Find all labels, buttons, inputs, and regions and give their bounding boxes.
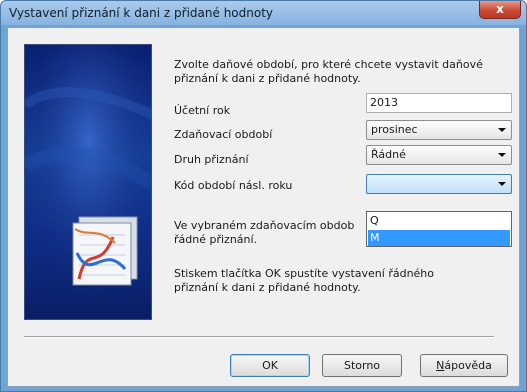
- hint-line-1: Stiskem tlačítka OK spustíte vystavení ř…: [174, 267, 435, 280]
- ok-button[interactable]: OK: [230, 354, 310, 377]
- chevron-down-icon: [498, 128, 506, 132]
- window-title: Vystavení přiznání k dani z přidané hodn…: [9, 6, 274, 20]
- period-select[interactable]: prosinec: [366, 120, 512, 140]
- period-value: prosinec: [371, 123, 418, 136]
- button-separator: [24, 336, 494, 338]
- type-value: Řádné: [371, 148, 406, 161]
- cancel-button[interactable]: Storno: [322, 354, 402, 377]
- year-field[interactable]: 2013: [366, 93, 512, 113]
- side-banner: [24, 44, 152, 320]
- title-bar[interactable]: Vystavení přiznání k dani z přidané hodn…: [1, 1, 526, 25]
- list-item-m[interactable]: M: [368, 230, 510, 246]
- help-button[interactable]: Nápověda: [420, 354, 508, 377]
- cancel-label: Storno: [343, 359, 381, 372]
- code-label: Kód období násl. roku: [174, 179, 293, 192]
- close-button[interactable]: x: [479, 1, 521, 19]
- year-value: 2013: [370, 96, 398, 109]
- chevron-down-icon: [498, 153, 506, 157]
- info-line-2: řádné přiznání.: [174, 233, 258, 246]
- period-label: Zdaňovací období: [174, 128, 273, 141]
- list-item-q[interactable]: Q: [368, 213, 510, 229]
- type-label: Druh přiznání: [174, 153, 249, 166]
- info-line-1: Ve vybraném zdaňovacím obdob: [174, 219, 355, 232]
- intro-line-1: Zvolte daňové období, pro které chcete v…: [174, 58, 483, 71]
- code-select[interactable]: [366, 174, 512, 194]
- year-label: Účetní rok: [174, 104, 231, 117]
- type-select[interactable]: Řádné: [366, 145, 512, 165]
- code-dropdown-list: Q M: [366, 211, 512, 247]
- ok-label: OK: [262, 359, 278, 372]
- hint-line-2: přiznání k dani z přidané hodnoty.: [174, 281, 361, 294]
- help-label: ápověda: [444, 359, 492, 372]
- intro-line-2: přiznání k dani z přidané hodnoty.: [174, 72, 361, 85]
- chart-document-icon: [25, 45, 151, 319]
- chevron-down-icon: [498, 182, 506, 186]
- close-icon: x: [496, 2, 504, 16]
